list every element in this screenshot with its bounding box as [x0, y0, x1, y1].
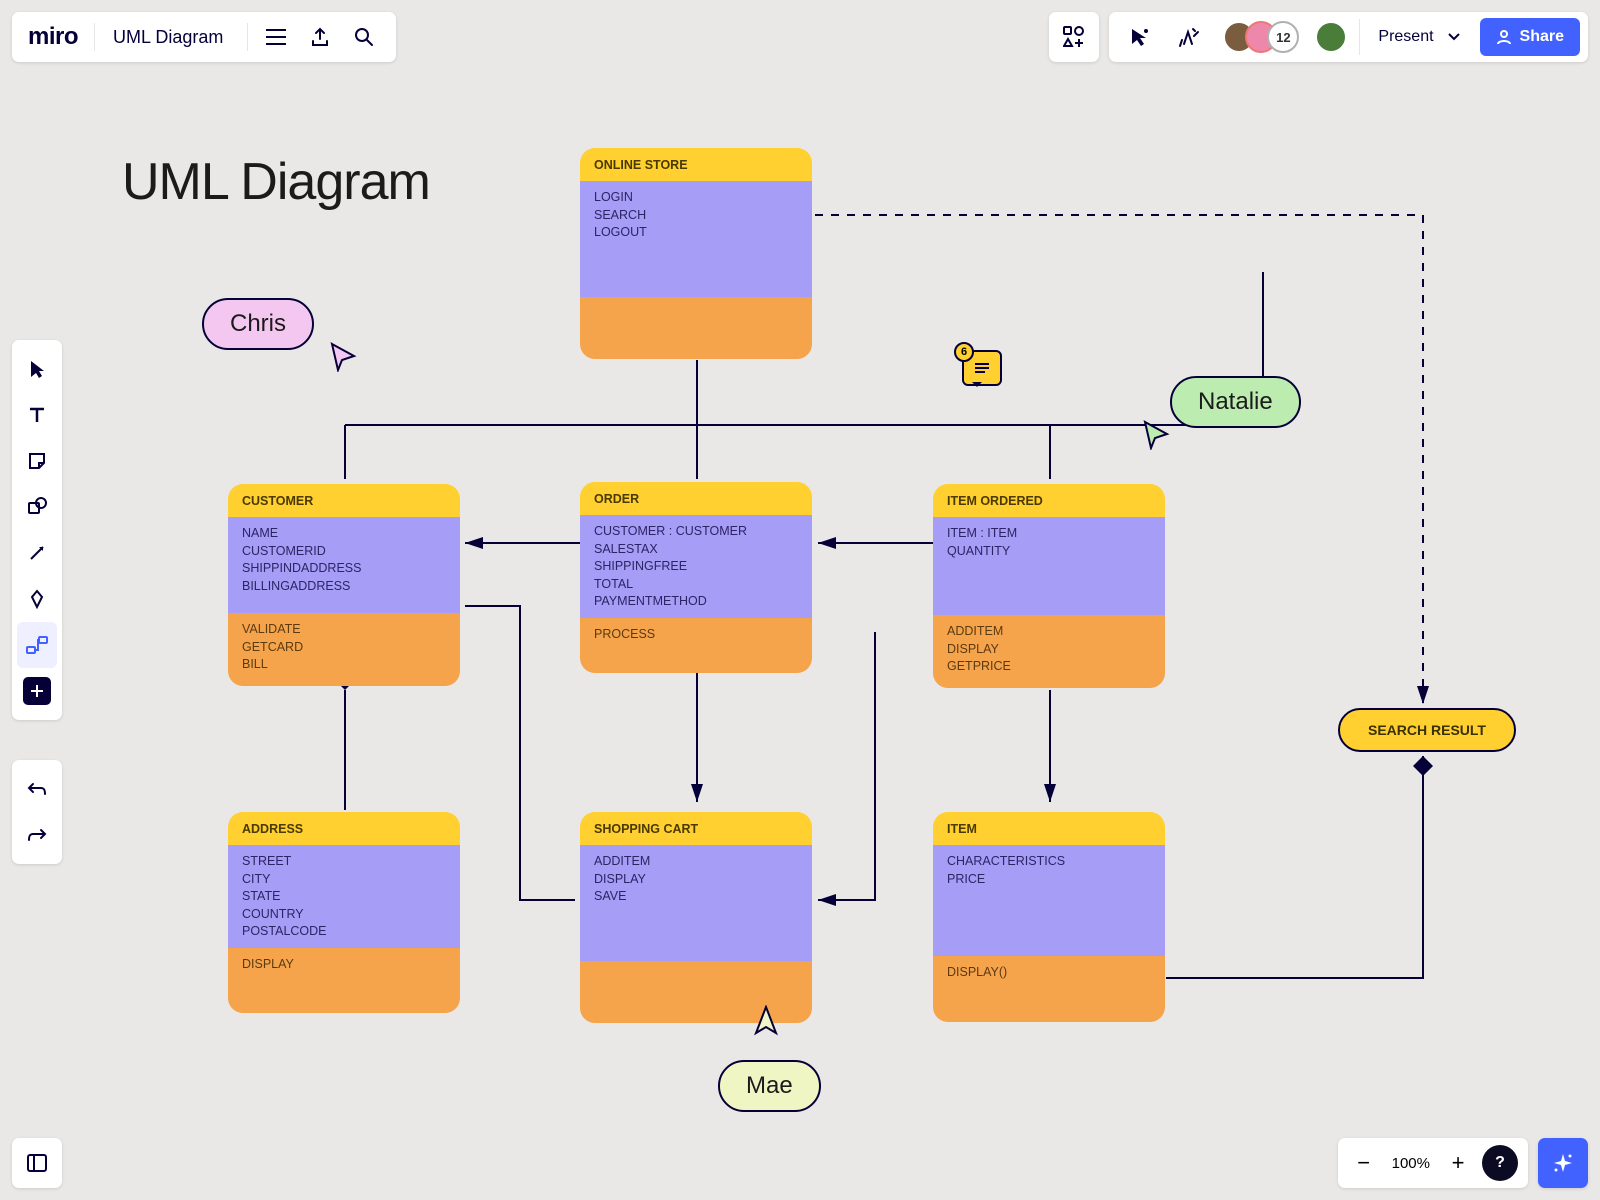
undo-redo-panel: [12, 760, 62, 864]
uml-class-address[interactable]: ADDRESS STREETCITYSTATECOUNTRYPOSTALCODE…: [228, 812, 460, 1013]
class-attrs: NAMECUSTOMERIDSHIPPINDADDRESSBILLINGADDR…: [228, 517, 460, 613]
class-header: ONLINE STORE: [580, 148, 812, 181]
class-header: ORDER: [580, 482, 812, 515]
tool-sticky[interactable]: [17, 438, 57, 484]
cursor-mode-icon[interactable]: [1117, 15, 1161, 59]
class-header: ADDRESS: [228, 812, 460, 845]
comment-icon: [973, 362, 991, 374]
class-ops: PROCESS: [580, 618, 812, 674]
divider: [94, 23, 95, 51]
menu-icon[interactable]: [254, 15, 298, 59]
topbar-left: miro UML Diagram: [12, 12, 396, 62]
search-result-node[interactable]: SEARCH RESULT: [1338, 708, 1516, 752]
uml-class-customer[interactable]: CUSTOMER NAMECUSTOMERIDSHIPPINDADDRESSBI…: [228, 484, 460, 686]
class-header: CUSTOMER: [228, 484, 460, 517]
uml-class-shopping-cart[interactable]: SHOPPING CART ADDITEMDISPLAYSAVE: [580, 812, 812, 1023]
search-icon[interactable]: [342, 15, 386, 59]
tool-pen[interactable]: [17, 576, 57, 622]
export-icon[interactable]: [298, 15, 342, 59]
uml-class-item-ordered[interactable]: ITEM ORDERED ITEM : ITEMQUANTITY ADDITEM…: [933, 484, 1165, 688]
topbar-cluster: 12 Present Share: [1109, 12, 1588, 62]
app-logo[interactable]: miro: [22, 23, 88, 51]
class-attrs: STREETCITYSTATECOUNTRYPOSTALCODE: [228, 845, 460, 948]
cursor-pointer-icon: [1143, 420, 1171, 450]
class-attrs: ADDITEMDISPLAYSAVE: [580, 845, 812, 961]
tool-text[interactable]: [17, 392, 57, 438]
uml-class-online-store[interactable]: ONLINE STORE LOGINSEARCHLOGOUT: [580, 148, 812, 359]
class-attrs: CUSTOMER : CUSTOMERSALESTAXSHIPPINGFREET…: [580, 515, 812, 618]
uml-class-order[interactable]: ORDER CUSTOMER : CUSTOMERSALESTAXSHIPPIN…: [580, 482, 812, 673]
cursor-pointer-icon: [330, 342, 358, 372]
zoom-in-button[interactable]: +: [1438, 1143, 1478, 1183]
zoom-controls: − 100% + ?: [1338, 1138, 1528, 1188]
share-label: Share: [1520, 28, 1564, 46]
cursor-pointer-icon: [754, 1005, 778, 1039]
doc-title[interactable]: UML Diagram: [101, 27, 241, 48]
tool-select[interactable]: [17, 346, 57, 392]
share-button[interactable]: Share: [1480, 18, 1580, 56]
tool-add-more[interactable]: [17, 668, 57, 714]
canvas[interactable]: UML Diagram ONLINE STORE LOGINSEARCHLOGO…: [0, 0, 1600, 1200]
divider: [247, 23, 248, 51]
tool-diagram[interactable]: [17, 622, 57, 668]
topbar-right: 12 Present Share: [1049, 12, 1588, 62]
chevron-down-icon: [1448, 33, 1460, 41]
help-button[interactable]: ?: [1482, 1145, 1518, 1181]
page-title: UML Diagram: [122, 152, 430, 212]
tool-shape[interactable]: [17, 484, 57, 530]
class-attrs: CHARACTERISTICSPRICE: [933, 845, 1165, 956]
class-ops: VALIDATEGETCARDBILL: [228, 613, 460, 686]
reactions-icon[interactable]: [1167, 15, 1211, 59]
zoom-value[interactable]: 100%: [1384, 1155, 1438, 1172]
class-ops: [580, 297, 812, 359]
comment-marker[interactable]: 6: [962, 350, 1002, 386]
class-ops: DISPLAY(): [933, 956, 1165, 1022]
undo-button[interactable]: [17, 766, 57, 812]
current-user-avatar[interactable]: [1315, 21, 1347, 53]
class-header: ITEM ORDERED: [933, 484, 1165, 517]
person-icon: [1496, 29, 1512, 45]
redo-button[interactable]: [17, 812, 57, 858]
left-toolbar: [12, 340, 62, 720]
comment-count-badge: 6: [954, 342, 974, 362]
class-header: ITEM: [933, 812, 1165, 845]
frames-panel-toggle[interactable]: [12, 1138, 62, 1188]
ai-assist-button[interactable]: [1538, 1138, 1588, 1188]
tool-line[interactable]: [17, 530, 57, 576]
present-label: Present: [1378, 28, 1433, 46]
avatar-overflow-count[interactable]: 12: [1267, 21, 1299, 53]
class-header: SHOPPING CART: [580, 812, 812, 845]
cursor-label-mae: Mae: [718, 1060, 821, 1112]
class-attrs: ITEM : ITEMQUANTITY: [933, 517, 1165, 615]
uml-class-item[interactable]: ITEM CHARACTERISTICSPRICE DISPLAY(): [933, 812, 1165, 1022]
bottom-right-controls: − 100% + ?: [1338, 1138, 1588, 1188]
apps-icon[interactable]: [1049, 12, 1099, 62]
class-ops: DISPLAY: [228, 948, 460, 1014]
cursor-label-chris: Chris: [202, 298, 314, 350]
class-attrs: LOGINSEARCHLOGOUT: [580, 181, 812, 297]
zoom-out-button[interactable]: −: [1344, 1143, 1384, 1183]
cursor-label-natalie: Natalie: [1170, 376, 1301, 428]
present-button[interactable]: Present: [1359, 19, 1473, 55]
class-ops: ADDITEMDISPLAYGETPRICE: [933, 615, 1165, 688]
